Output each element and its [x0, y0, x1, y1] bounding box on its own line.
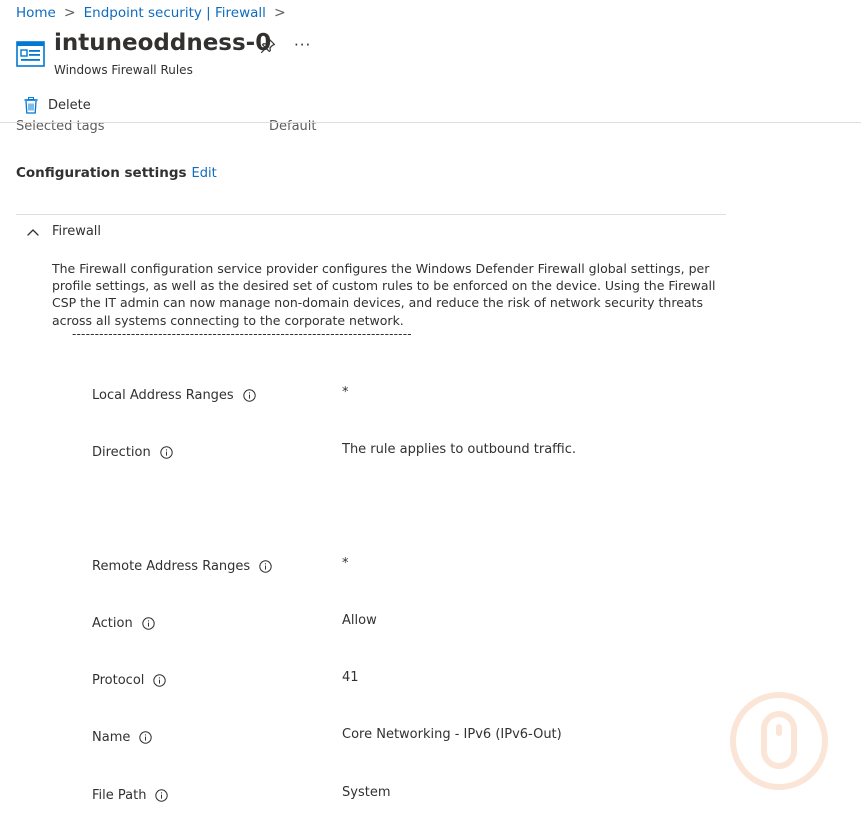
firewall-description: The Firewall configuration service provi…	[52, 261, 716, 328]
breadcrumb-endpoint-security-link[interactable]: Endpoint security | Firewall	[84, 5, 266, 21]
policy-blade-icon	[16, 41, 45, 67]
page-subtitle: Windows Firewall Rules	[54, 63, 193, 77]
info-icon[interactable]	[243, 389, 256, 402]
local-address-ranges-label: Local Address Ranges	[92, 388, 256, 403]
remote-address-ranges-label: Remote Address Ranges	[92, 559, 272, 574]
firewall-section-toggle[interactable]: Firewall	[52, 224, 101, 239]
section-divider	[16, 214, 726, 215]
local-address-ranges-value: *	[342, 385, 349, 400]
remote-address-ranges-value: *	[342, 556, 349, 571]
mouse-watermark-icon	[730, 692, 828, 790]
setting-label-text: File Path	[92, 788, 147, 803]
setting-label-text: Direction	[92, 445, 151, 460]
configuration-settings-header: Configuration settings Edit	[16, 165, 217, 181]
setting-label-text: Local Address Ranges	[92, 388, 234, 403]
info-icon[interactable]	[155, 789, 169, 802]
file-path-value: System	[342, 785, 391, 800]
info-icon[interactable]	[153, 674, 167, 687]
name-label: Name	[92, 730, 153, 745]
action-value: Allow	[342, 613, 377, 628]
page-title: intuneoddness-0	[54, 30, 272, 56]
direction-value: The rule applies to outbound traffic.	[342, 442, 577, 457]
delete-button[interactable]: Delete	[24, 94, 91, 116]
info-icon[interactable]	[142, 617, 155, 630]
trash-icon	[24, 96, 38, 114]
configuration-settings-title: Configuration settings	[16, 165, 187, 181]
protocol-label: Protocol	[92, 673, 167, 688]
info-icon[interactable]	[160, 446, 173, 459]
setting-label-text: Name	[92, 730, 131, 745]
file-path-label: File Path	[92, 788, 169, 803]
info-icon[interactable]	[259, 560, 272, 573]
edit-configuration-link[interactable]: Edit	[192, 166, 217, 181]
setting-label-text: Protocol	[92, 673, 145, 688]
more-options-icon[interactable]: ···	[294, 36, 311, 54]
chevron-up-icon[interactable]	[26, 226, 40, 238]
setting-label-text: Action	[92, 616, 133, 631]
toolbar-divider	[0, 122, 861, 123]
breadcrumb: Home > Endpoint security | Firewall >	[16, 4, 294, 22]
direction-label: Direction	[92, 445, 173, 460]
breadcrumb-separator: >	[273, 5, 286, 21]
name-value: Core Networking - IPv6 (IPv6-Out)	[342, 727, 562, 742]
info-icon[interactable]	[139, 731, 153, 744]
delete-button-label: Delete	[48, 97, 91, 113]
dashed-separator: ----------------------------------------…	[72, 327, 412, 337]
pin-icon[interactable]	[259, 37, 277, 55]
breadcrumb-separator: >	[63, 5, 76, 21]
setting-label-text: Remote Address Ranges	[92, 559, 251, 574]
breadcrumb-home-link[interactable]: Home	[16, 5, 56, 21]
protocol-value: 41	[342, 670, 359, 685]
action-label: Action	[92, 616, 155, 631]
